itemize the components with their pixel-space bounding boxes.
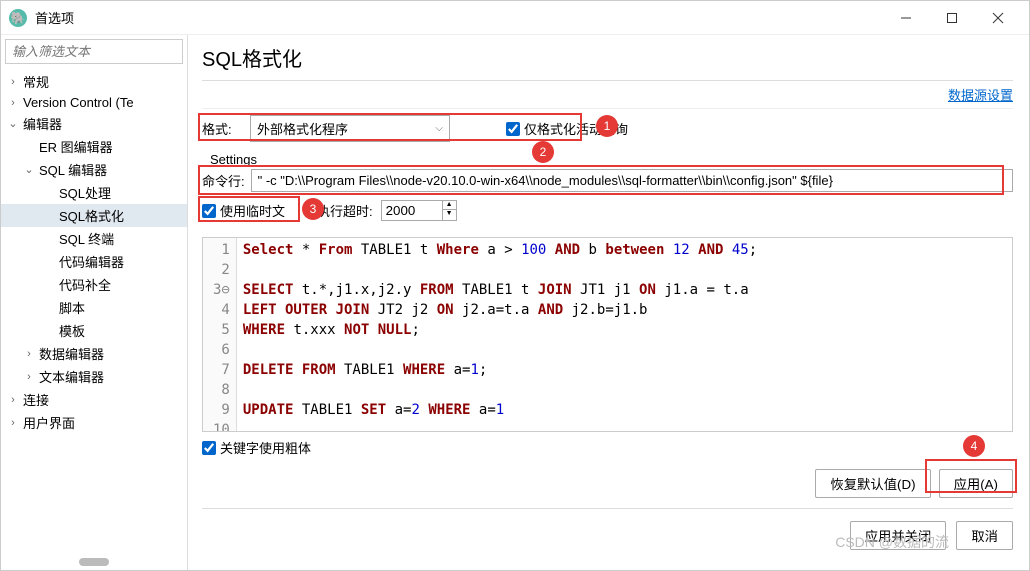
tree-item[interactable]: ›常规: [1, 70, 187, 93]
chevron-down-icon: ⌵: [435, 123, 443, 134]
preference-tree: ›常规›Version Control (Te⌄编辑器ER 图编辑器⌄SQL 编…: [1, 68, 187, 554]
tree-item[interactable]: 代码编辑器: [1, 250, 187, 273]
tree-label: 数据编辑器: [37, 344, 104, 363]
use-temp-label: 使用临时文: [220, 201, 285, 220]
tree-item[interactable]: SQL 终端: [1, 227, 187, 250]
tree-item[interactable]: SQL处理: [1, 181, 187, 204]
chevron-right-icon[interactable]: ›: [5, 394, 21, 406]
settings-legend: Settings: [202, 152, 1013, 169]
cancel-button[interactable]: 取消: [956, 521, 1013, 550]
format-select[interactable]: 外部格式化程序 ⌵: [250, 115, 450, 142]
code-lines: Select * From TABLE1 t Where a > 100 AND…: [237, 238, 1012, 431]
tree-label: SQL处理: [57, 183, 111, 202]
window-title: 首选项: [35, 8, 883, 27]
tree-item[interactable]: ›数据编辑器: [1, 342, 187, 365]
bold-keywords-input[interactable]: [202, 441, 216, 455]
tree-item[interactable]: 脚本: [1, 296, 187, 319]
tree-item[interactable]: ›连接: [1, 388, 187, 411]
code-preview: 123⊖45678910 Select * From TABLE1 t Wher…: [202, 237, 1013, 432]
app-icon: [9, 9, 27, 27]
bold-keywords-label: 关键字使用粗体: [220, 438, 311, 457]
apply-close-button[interactable]: 应用并关闭: [850, 521, 947, 550]
timeout-spinner[interactable]: ▲ ▼: [381, 200, 457, 221]
tree-label: SQL 终端: [57, 229, 114, 248]
only-active-label: 仅格式化活动查询: [524, 119, 628, 138]
tree-label: 脚本: [57, 298, 85, 317]
restore-defaults-button[interactable]: 恢复默认值(D): [815, 469, 930, 498]
bold-keywords-checkbox[interactable]: 关键字使用粗体: [202, 438, 311, 457]
filter-input[interactable]: [5, 39, 183, 64]
only-active-input[interactable]: [506, 122, 520, 136]
tree-item[interactable]: ⌄编辑器: [1, 112, 187, 135]
page-title: SQL格式化: [202, 41, 1013, 81]
tree-label: Version Control (Te: [21, 95, 134, 110]
use-temp-checkbox[interactable]: 使用临时文: [202, 201, 285, 220]
tree-item[interactable]: 代码补全: [1, 273, 187, 296]
tree-item[interactable]: ⌄SQL 编辑器: [1, 158, 187, 181]
tree-label: SQL格式化: [57, 206, 124, 225]
tree-label: ER 图编辑器: [37, 137, 113, 156]
tree-item[interactable]: ›文本编辑器: [1, 365, 187, 388]
close-button[interactable]: [975, 2, 1021, 34]
apply-button[interactable]: 应用(A): [939, 469, 1013, 498]
tree-label: 连接: [21, 390, 49, 409]
spinner-down-icon[interactable]: ▼: [443, 210, 456, 218]
cmdline-label: 命令行:: [202, 171, 245, 190]
use-temp-input[interactable]: [202, 204, 216, 218]
spinner-up-icon[interactable]: ▲: [443, 201, 456, 210]
format-label: 格式:: [202, 119, 242, 138]
line-gutter: 123⊖45678910: [203, 238, 237, 431]
chevron-right-icon[interactable]: ›: [21, 371, 37, 383]
chevron-right-icon[interactable]: ›: [5, 417, 21, 429]
chevron-down-icon[interactable]: ⌄: [5, 117, 21, 130]
tree-item[interactable]: ER 图编辑器: [1, 135, 187, 158]
tree-item[interactable]: ›Version Control (Te: [1, 93, 187, 112]
scrollbar-thumb[interactable]: [79, 558, 109, 566]
maximize-button[interactable]: [929, 2, 975, 34]
tree-label: 编辑器: [21, 114, 62, 133]
only-active-checkbox[interactable]: 仅格式化活动查询: [506, 119, 628, 138]
format-value: 外部格式化程序: [257, 119, 348, 138]
datasource-link[interactable]: 数据源设置: [948, 88, 1013, 103]
tree-label: 代码编辑器: [57, 252, 124, 271]
chevron-down-icon[interactable]: ⌄: [21, 163, 37, 176]
tree-label: 文本编辑器: [37, 367, 104, 386]
tree-item[interactable]: 模板: [1, 319, 187, 342]
titlebar: 首选项: [1, 1, 1029, 35]
tree-label: SQL 编辑器: [37, 160, 107, 179]
tree-item[interactable]: ›用户界面: [1, 411, 187, 434]
chevron-right-icon[interactable]: ›: [5, 76, 21, 88]
chevron-right-icon[interactable]: ›: [21, 348, 37, 360]
cmdline-input[interactable]: [251, 169, 1013, 192]
chevron-right-icon[interactable]: ›: [5, 97, 21, 109]
sidebar: ›常规›Version Control (Te⌄编辑器ER 图编辑器⌄SQL 编…: [1, 35, 188, 570]
tree-label: 代码补全: [57, 275, 111, 294]
tree-label: 常规: [21, 72, 49, 91]
tree-label: 模板: [57, 321, 85, 340]
minimize-button[interactable]: [883, 2, 929, 34]
timeout-input[interactable]: [382, 201, 442, 220]
tree-label: 用户界面: [21, 413, 75, 432]
tree-item[interactable]: SQL格式化: [1, 204, 187, 227]
main-panel: SQL格式化 数据源设置 格式: 外部格式化程序 ⌵ 仅格式化活动查询 1 Se…: [188, 35, 1029, 570]
timeout-label: 执行超时:: [317, 201, 373, 220]
